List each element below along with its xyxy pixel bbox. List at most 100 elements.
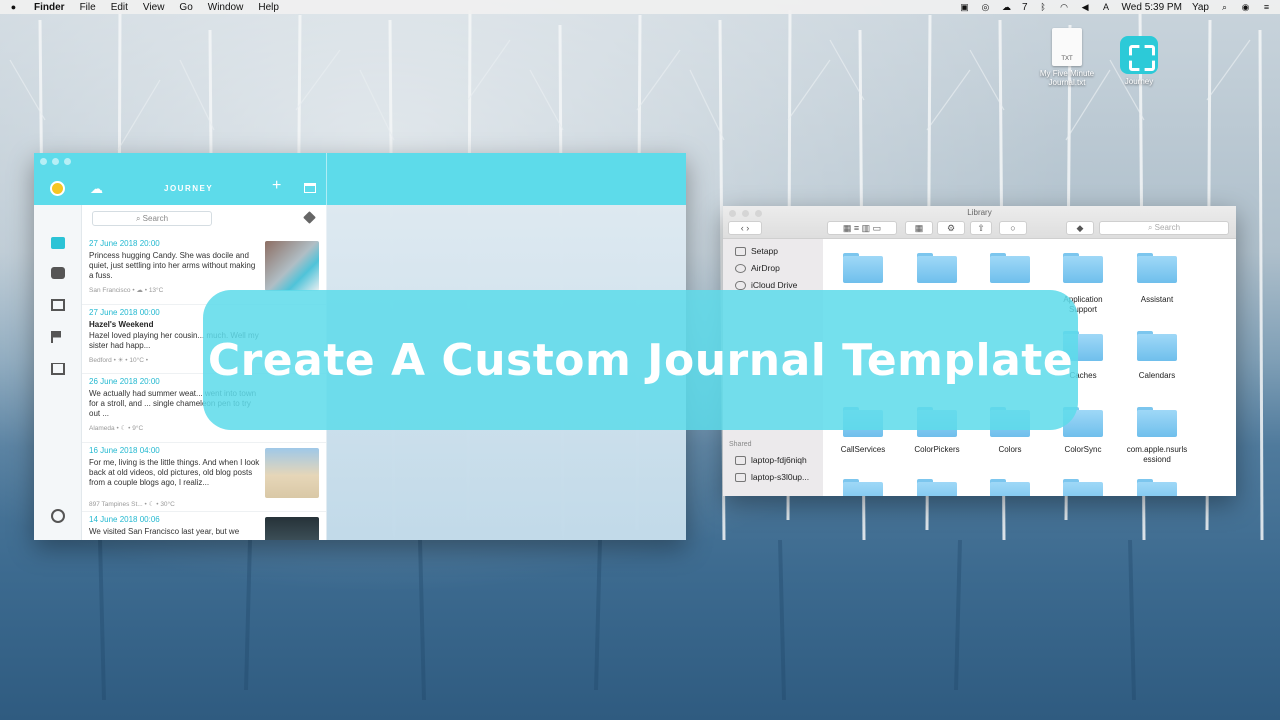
entry-date: 27 June 2018 00:00 xyxy=(89,308,160,317)
menu-user[interactable]: Yap xyxy=(1192,2,1209,13)
entry-meta: Bedford • ☀ • 10°C • xyxy=(89,357,148,364)
apple-menu-icon[interactable]: ● xyxy=(8,2,19,12)
search-input[interactable]: ⌕ Search xyxy=(92,211,212,226)
notification-center-icon[interactable]: ≡ xyxy=(1261,2,1272,12)
desktop-icon-journal-txt[interactable]: TXT My Five Minute Journal.txt xyxy=(1034,28,1100,87)
sidebar-item-shared-1[interactable]: laptop-fdj6niq​h xyxy=(735,455,807,465)
window-title: Library xyxy=(967,208,992,217)
volume-icon[interactable]: ◀ xyxy=(1080,2,1091,12)
entry-date: 14 June 2018 00:06 xyxy=(89,515,160,524)
tag-icon[interactable] xyxy=(303,211,316,224)
calendar-icon[interactable] xyxy=(304,183,316,193)
close-button[interactable] xyxy=(40,158,47,165)
app-title: JOURNEY xyxy=(164,184,214,193)
setapp-icon xyxy=(735,246,746,256)
folder-icon[interactable] xyxy=(1137,253,1177,283)
entry-text: We visited San Francisco last year, but … xyxy=(89,527,240,536)
action-gear-button[interactable]: ⚙ xyxy=(937,221,965,235)
banner-title: Create A Custom Journal Template xyxy=(207,334,1074,386)
folder-label: CallServices xyxy=(840,445,886,454)
dropbox-button[interactable]: ◆ xyxy=(1066,221,1094,235)
input-source-icon[interactable]: A xyxy=(1101,2,1112,12)
view-mode-buttons[interactable]: ▦ ≡ ▥ ▭ xyxy=(827,221,897,235)
avatar[interactable] xyxy=(50,181,65,196)
header-divider xyxy=(326,153,327,205)
entry-date: 27 June 2018 20:00 xyxy=(89,239,160,248)
folder-icon[interactable] xyxy=(1063,253,1103,283)
screen-record-icon[interactable]: ▣ xyxy=(959,2,970,12)
calendar-view-icon[interactable] xyxy=(51,299,65,311)
cloud-sync-icon[interactable]: ☁ xyxy=(90,181,103,197)
text-file-icon: TXT xyxy=(1052,28,1082,66)
group-button[interactable]: ▦ xyxy=(905,221,933,235)
folder-icon[interactable] xyxy=(1137,407,1177,437)
menu-clock[interactable]: Wed 5:39 PM xyxy=(1122,2,1182,13)
bluetooth-icon[interactable]: ᛒ xyxy=(1038,2,1049,12)
share-button[interactable]: ⇧ xyxy=(970,221,992,235)
folder-icon[interactable] xyxy=(843,479,883,496)
menu-window[interactable]: Window xyxy=(208,2,244,13)
folder-label: ColorPickers xyxy=(914,445,960,454)
entry-meta: San Francisco • ☁ • 13°C xyxy=(89,287,164,294)
journey-app-icon xyxy=(1120,36,1158,74)
sidebar-item-shared-2[interactable]: laptop-s3l0up... xyxy=(735,472,809,482)
entry-date: 26 June 2018 20:00 xyxy=(89,377,160,386)
folder-icon[interactable] xyxy=(1063,479,1103,496)
timeline-icon[interactable] xyxy=(51,237,65,249)
inbox-icon[interactable] xyxy=(51,363,65,375)
add-entry-button[interactable]: + xyxy=(272,177,281,195)
flag-icon[interactable] xyxy=(51,331,61,343)
desktop-icon-journey[interactable]: Journey xyxy=(1112,36,1166,86)
journey-header: ☁ JOURNEY + xyxy=(34,153,686,205)
entry-thumbnail xyxy=(265,448,319,498)
entry-title: Hazel's Weekend xyxy=(89,320,154,329)
computer-icon xyxy=(735,455,746,465)
menu-view[interactable]: View xyxy=(143,2,165,13)
desktop-icon-label: My Five Minute Journal.txt xyxy=(1039,69,1095,87)
menu-app-name[interactable]: Finder xyxy=(34,2,65,13)
menu-go[interactable]: Go xyxy=(179,2,192,13)
list-item[interactable]: 16 June 2018 04:00 For me, living is the… xyxy=(82,443,326,512)
menu-edit[interactable]: Edit xyxy=(111,2,128,13)
camera-icon[interactable] xyxy=(51,267,65,279)
settings-gear-icon[interactable] xyxy=(51,509,65,523)
notification-count[interactable]: 7 xyxy=(1022,2,1028,13)
folder-label: Assistant xyxy=(1140,295,1174,304)
sidebar-item-setapp[interactable]: Setapp xyxy=(735,246,778,256)
sidebar-item-icloud-drive[interactable]: iCloud Drive xyxy=(735,280,797,290)
spotlight-icon[interactable]: ⌕ xyxy=(1219,2,1230,12)
list-item[interactable]: 14 June 2018 00:06 We visited San Franci… xyxy=(82,512,326,540)
folder-icon[interactable] xyxy=(990,479,1030,496)
finder-toolbar: Library ‹ › ▦ ≡ ▥ ▭ ▦ ⚙ ⇧ ○ ◆ ⌕ Search xyxy=(723,206,1236,239)
menu-file[interactable]: File xyxy=(80,2,96,13)
tags-button[interactable]: ○ xyxy=(999,221,1027,235)
title-banner: Create A Custom Journal Template xyxy=(203,290,1078,430)
back-forward-buttons[interactable]: ‹ › xyxy=(728,221,762,235)
entry-meta: 897 Tampines St... • ☾ • 30°C xyxy=(89,501,175,508)
entry-date: 16 June 2018 04:00 xyxy=(89,446,160,455)
journey-sidebar xyxy=(34,205,82,540)
folder-label: com.apple.nsurls essiond xyxy=(1126,445,1188,464)
airdrop-icon xyxy=(735,263,746,273)
sidebar-item-airdrop[interactable]: AirDrop xyxy=(735,263,780,273)
folder-icon[interactable] xyxy=(843,253,883,283)
cloud-icon[interactable]: ☁ xyxy=(1001,2,1012,12)
menu-help[interactable]: Help xyxy=(258,2,279,13)
folder-label: ColorSync xyxy=(1064,445,1102,454)
minimize-button[interactable] xyxy=(52,158,59,165)
menu-bar: ● Finder File Edit View Go Window Help ▣… xyxy=(0,0,1280,14)
entry-text: Princess hugging Candy. She was docile a… xyxy=(89,251,256,280)
wifi-icon[interactable]: ◠ xyxy=(1059,2,1070,12)
folder-icon[interactable] xyxy=(990,253,1030,283)
zoom-button[interactable] xyxy=(64,158,71,165)
search-input[interactable]: ⌕ Search xyxy=(1099,221,1229,235)
folder-icon[interactable] xyxy=(917,479,957,496)
desktop-icon-label: Journey xyxy=(1124,77,1154,86)
siri-icon[interactable]: ◉ xyxy=(1240,2,1251,12)
folder-icon[interactable] xyxy=(917,253,957,283)
computer-icon xyxy=(735,472,746,482)
folder-label: Colors xyxy=(998,445,1022,454)
circle-icon[interactable]: ◎ xyxy=(980,2,991,12)
folder-icon[interactable] xyxy=(1137,331,1177,361)
folder-icon[interactable] xyxy=(1137,479,1177,496)
